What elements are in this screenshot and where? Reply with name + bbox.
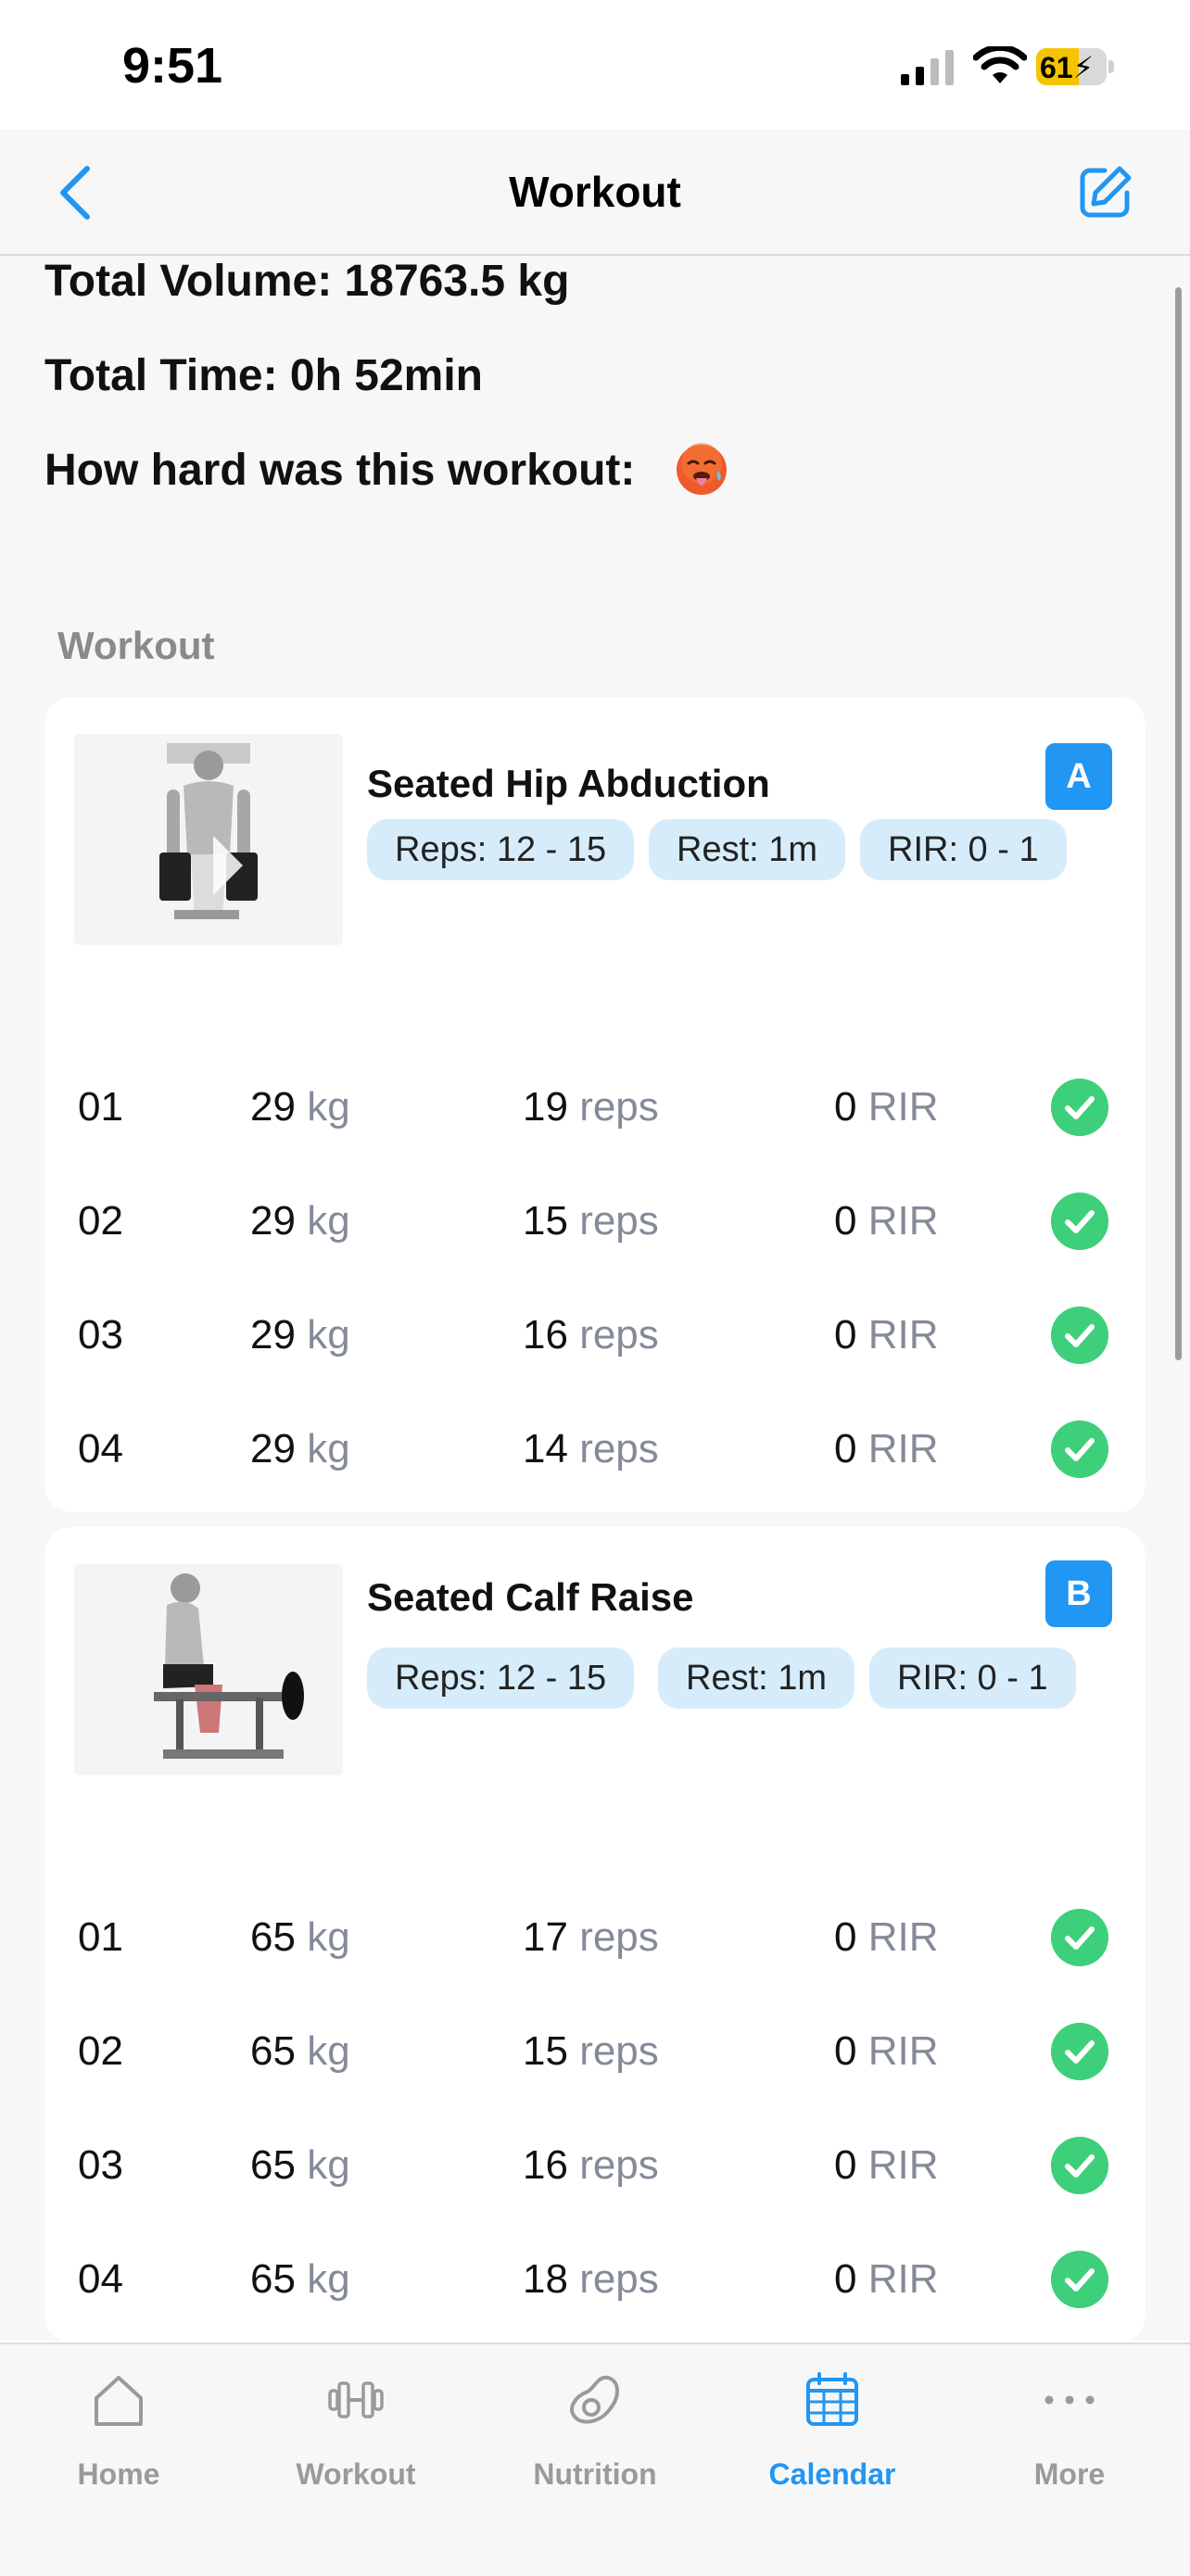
set-weight: 29 kg	[250, 1312, 350, 1357]
set-row: 04 29 kg 14 reps 0 RIR	[44, 1409, 1146, 1493]
set-rir: 0 RIR	[834, 1426, 939, 1471]
tab-home[interactable]: Home	[0, 2344, 237, 2530]
cellular-signal-icon	[901, 50, 954, 85]
more-dots-icon	[1044, 2395, 1095, 2405]
set-weight: 29 kg	[250, 1198, 350, 1244]
rir-chip: RIR: 0 - 1	[869, 1648, 1076, 1709]
set-reps: 19 reps	[523, 1084, 659, 1130]
status-bar: 9:51 61⚡	[0, 0, 1190, 130]
rir-chip: RIR: 0 - 1	[860, 819, 1067, 880]
set-row: 03 29 kg 16 reps 0 RIR	[44, 1295, 1146, 1379]
tab-bar: Home Workout Nutrition Calendar More	[0, 2342, 1190, 2576]
superset-letter-badge: A	[1045, 743, 1112, 810]
set-reps: 16 reps	[523, 1312, 659, 1357]
set-complete-check-icon[interactable]	[1051, 2023, 1108, 2080]
set-complete-check-icon[interactable]	[1051, 1307, 1108, 1364]
set-weight: 29 kg	[250, 1426, 350, 1471]
status-time: 9:51	[122, 38, 223, 94]
set-rir: 0 RIR	[834, 2256, 939, 2302]
set-number: 02	[78, 2028, 123, 2074]
set-reps: 14 reps	[523, 1426, 659, 1471]
rest-chip: Rest: 1m	[649, 819, 846, 880]
set-weight: 65 kg	[250, 2028, 350, 2074]
set-complete-check-icon[interactable]	[1051, 2137, 1108, 2194]
tab-label: Calendar	[768, 2457, 896, 2491]
exercise-name: Seated Hip Abduction	[367, 762, 770, 805]
reps-chip: Reps: 12 - 15	[367, 1648, 635, 1709]
set-number: 03	[78, 1312, 123, 1357]
battery-percent: 61⚡	[1040, 51, 1095, 84]
battery-indicator: 61⚡	[1036, 48, 1114, 85]
section-title: Workout	[57, 624, 215, 667]
set-complete-check-icon[interactable]	[1051, 1079, 1108, 1136]
set-reps: 15 reps	[523, 1198, 659, 1244]
exercise-name: Seated Calf Raise	[367, 1575, 694, 1619]
tab-label: Workout	[296, 2457, 416, 2491]
set-reps: 16 reps	[523, 2142, 659, 2188]
set-rir: 0 RIR	[834, 1914, 939, 1960]
set-number: 04	[78, 1426, 123, 1471]
rest-chip: Rest: 1m	[658, 1648, 855, 1709]
set-complete-check-icon[interactable]	[1051, 1193, 1108, 1250]
home-icon	[95, 2376, 143, 2426]
set-row: 03 65 kg 16 reps 0 RIR	[44, 2126, 1146, 2209]
set-row: 01 29 kg 19 reps 0 RIR	[44, 1067, 1146, 1151]
exercise-illustration	[74, 1564, 343, 1775]
set-reps: 15 reps	[523, 2028, 659, 2074]
set-rir: 0 RIR	[834, 1198, 939, 1244]
dumbbell-icon	[328, 2381, 384, 2418]
set-rir: 0 RIR	[834, 1312, 939, 1357]
set-row: 01 65 kg 17 reps 0 RIR	[44, 1898, 1146, 1981]
calendar-icon	[806, 2372, 858, 2426]
set-number: 02	[78, 1198, 123, 1244]
exercise-card[interactable]: Seated Hip Abduction Reps: 12 - 15 Rest:…	[44, 697, 1146, 1512]
set-row: 02 29 kg 15 reps 0 RIR	[44, 1181, 1146, 1265]
set-rir: 0 RIR	[834, 2028, 939, 2074]
edit-icon[interactable]	[1077, 163, 1134, 221]
set-weight: 65 kg	[250, 2256, 350, 2302]
set-weight: 65 kg	[250, 1914, 350, 1960]
exercise-illustration	[74, 734, 343, 945]
difficulty-label: How hard was this workout:	[44, 446, 636, 495]
set-number: 01	[78, 1914, 123, 1960]
set-weight: 29 kg	[250, 1084, 350, 1130]
total-time: Total Time: 0h 52min	[44, 351, 483, 400]
set-number: 03	[78, 2142, 123, 2188]
total-volume: Total Volume: 18763.5 kg	[44, 257, 570, 306]
page-title: Workout	[509, 168, 681, 216]
tab-calendar[interactable]: Calendar	[714, 2344, 951, 2530]
wifi-icon	[973, 46, 1027, 83]
set-reps: 17 reps	[523, 1914, 659, 1960]
hot-face-emoji-icon[interactable]	[675, 443, 728, 497]
avocado-icon	[570, 2375, 619, 2424]
set-number: 04	[78, 2256, 123, 2302]
tab-label: Nutrition	[533, 2457, 657, 2491]
tab-label: More	[1033, 2457, 1106, 2491]
scrollbar[interactable]	[1175, 287, 1182, 1360]
set-row: 02 65 kg 15 reps 0 RIR	[44, 2012, 1146, 2095]
tab-workout[interactable]: Workout	[237, 2344, 475, 2530]
set-number: 01	[78, 1084, 123, 1130]
tab-more[interactable]: More	[951, 2344, 1188, 2530]
superset-letter-badge: B	[1045, 1560, 1112, 1627]
nav-bar: Workout	[0, 130, 1190, 256]
tab-nutrition[interactable]: Nutrition	[476, 2344, 714, 2530]
set-complete-check-icon[interactable]	[1051, 2251, 1108, 2308]
set-weight: 65 kg	[250, 2142, 350, 2188]
set-rir: 0 RIR	[834, 2142, 939, 2188]
set-complete-check-icon[interactable]	[1051, 1421, 1108, 1478]
set-row: 04 65 kg 18 reps 0 RIR	[44, 2240, 1146, 2323]
set-complete-check-icon[interactable]	[1051, 1909, 1108, 1966]
tab-label: Home	[77, 2457, 160, 2491]
reps-chip: Reps: 12 - 15	[367, 819, 635, 880]
set-rir: 0 RIR	[834, 1084, 939, 1130]
exercise-card[interactable]: Seated Calf Raise Reps: 12 - 15 Rest: 1m…	[44, 1527, 1146, 2342]
set-reps: 18 reps	[523, 2256, 659, 2302]
